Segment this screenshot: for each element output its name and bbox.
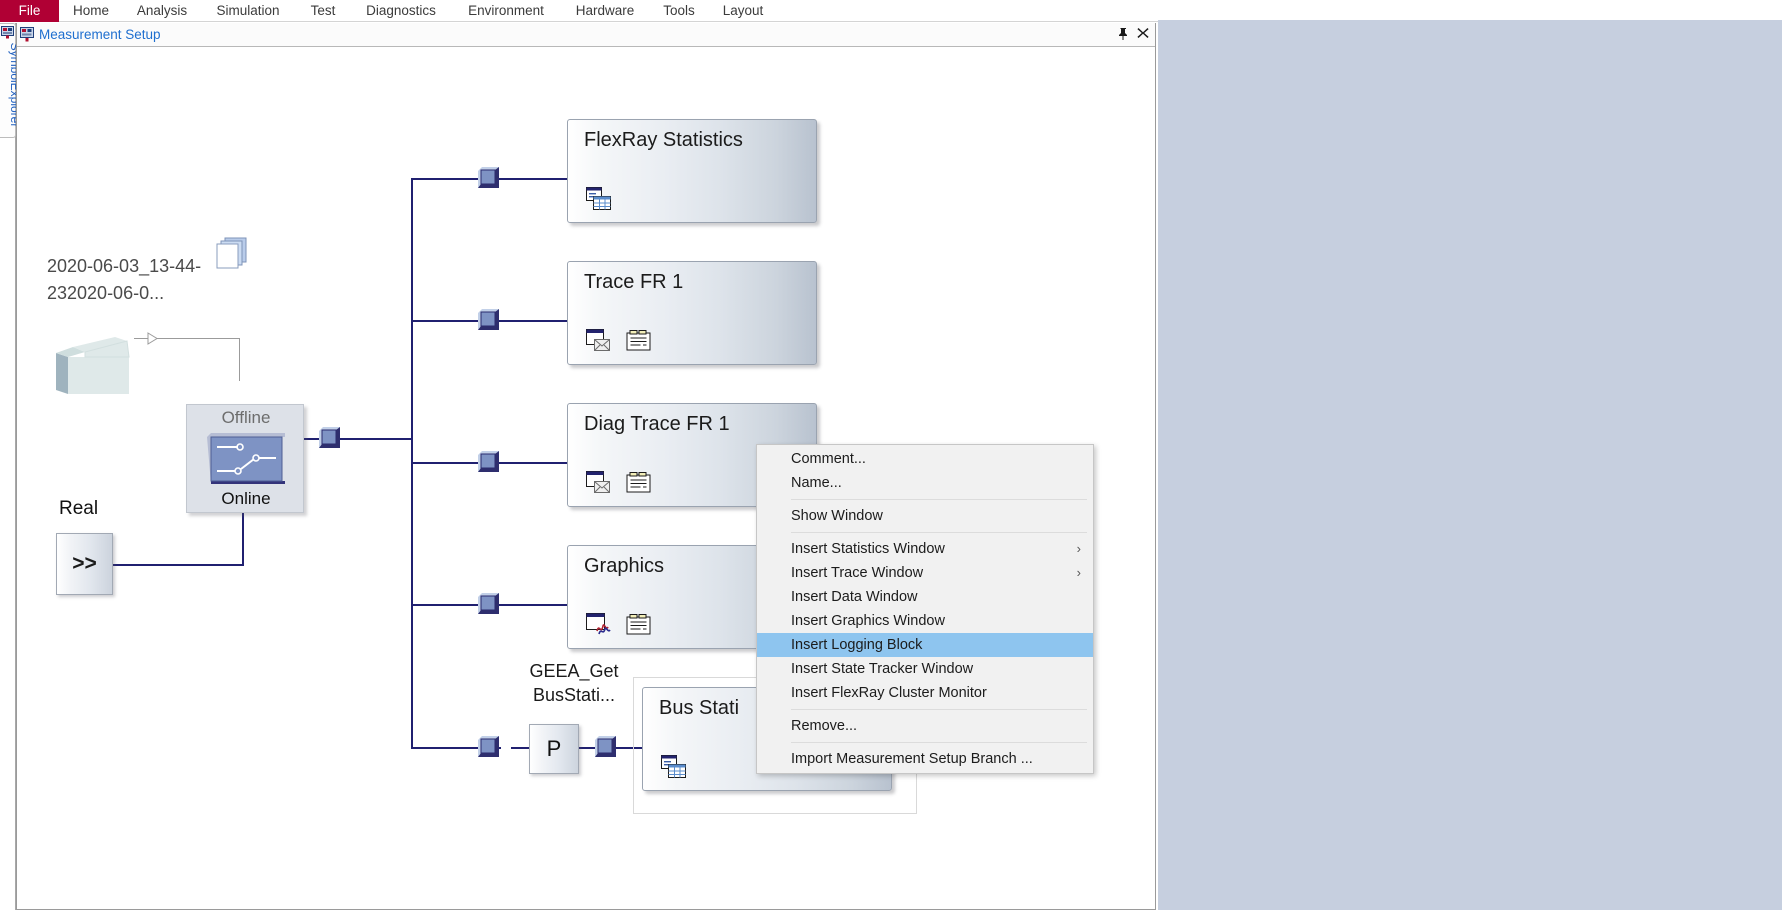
program-block-label: P [546,736,562,761]
program-block[interactable]: P [529,724,579,774]
menu-item[interactable]: Insert Trace Window › [757,561,1093,585]
context-menu[interactable]: Comment... Name... Show Window Insert Stati… [756,444,1094,774]
menu-item[interactable]: Insert FlexRay Cluster Monitor [757,681,1093,705]
switch-offline-label: Offline [221,408,271,427]
connector-node[interactable] [478,167,500,189]
real-label: Real [59,498,99,519]
menu-item-label: Insert Trace Window [791,565,924,581]
arrow-head-icon [139,332,158,345]
menu-item-label: Insert Data Window [791,589,918,605]
menu-item[interactable]: Insert Statistics Window › [757,537,1093,561]
sidebar-item-symbol-explorer[interactable]: SymbolExplorer [0,23,22,138]
wire-node-to-p [511,747,531,749]
wire-switch-bottom [242,513,244,566]
statistics-table-icon[interactable] [586,187,612,211]
ribbon-tab-tools[interactable]: Tools [649,0,709,22]
diagram-block-icons [586,471,652,495]
statistics-table-icon[interactable] [661,755,687,779]
menu-item-label: Insert Logging Block [791,637,923,653]
diagram-block[interactable]: FlexRay Statistics [567,119,817,223]
connector-node[interactable] [478,451,500,473]
menu-separator [791,742,1087,743]
left-dock-strip [0,23,16,910]
right-empty-panel [1158,20,1782,910]
menu-item[interactable]: Show Window [757,504,1093,528]
diagram-block-icons [586,187,612,211]
ribbon-tab-layout[interactable]: Layout [709,0,777,22]
file-stack-icon[interactable] [216,237,250,269]
folder-icon[interactable] [55,336,133,396]
ribbon-tab-bar: File Home Analysis Simulation Test Diagnosti… [0,0,1782,22]
menu-item[interactable]: Insert Graphics Window [757,609,1093,633]
program-name-label: GEEA_Get BusStati... [529,661,619,705]
trace-window-icon[interactable] [586,471,612,495]
diagram-block-title: FlexRay Statistics [584,129,743,151]
diagram-block-icons [586,613,652,637]
menu-item-label: Name... [791,475,842,491]
logging-file-icon[interactable] [626,329,652,353]
pin-icon[interactable] [1116,27,1131,42]
wire-p-to-node [577,747,597,749]
ribbon-tab-home[interactable]: Home [59,0,123,22]
diagram-block-icons [586,329,652,353]
diagram-block-icons [661,755,687,779]
document-titlebar: Measurement Setup [17,23,1155,47]
switch-online-label: Online [221,489,271,508]
connector-node[interactable] [478,736,500,758]
diagram-block-title: Graphics [584,555,665,577]
ribbon-tab-diagnostics[interactable]: Diagnostics [351,0,451,22]
menu-separator [791,499,1087,500]
menu-item-label: Comment... [791,451,866,467]
switch-icon [207,433,285,484]
chevron-right-icon: › [1076,541,1081,556]
ribbon-tab-environment[interactable]: Environment [451,0,561,22]
real-button-label: >> [72,552,97,575]
measurement-setup-window: Measurement Setup 2020-06-03_13-44-23202… [16,23,1156,910]
menu-item-label: Insert FlexRay Cluster Monitor [791,685,987,701]
diagram-block-title: Bus Stati [659,697,740,719]
connector-node[interactable] [478,309,500,331]
diagram-block-title: Diag Trace FR 1 [584,413,730,435]
menu-item[interactable]: Comment... [757,447,1093,471]
close-icon[interactable] [1135,27,1150,42]
trace-window-icon[interactable] [586,329,612,353]
menu-separator [791,532,1087,533]
menu-item-label: Insert Graphics Window [791,613,945,629]
ribbon-tab-simulation[interactable]: Simulation [201,0,295,22]
menu-item[interactable]: Import Measurement Setup Branch ... [757,747,1093,771]
menu-separator [791,709,1087,710]
ribbon-tab-analysis[interactable]: Analysis [123,0,201,22]
menu-item[interactable]: Remove... [757,714,1093,738]
menu-item[interactable]: Name... [757,471,1093,495]
menu-item-label: Insert Statistics Window [791,541,945,557]
page-title: Measurement Setup [39,27,161,42]
online-offline-switch-block[interactable]: Offline Online [186,404,304,513]
wire-folder-to-switch-drop [239,338,240,381]
diagram-block[interactable]: Trace FR 1 [567,261,817,365]
graphics-window-icon[interactable] [586,613,612,637]
measurement-setup-canvas[interactable]: 2020-06-03_13-44-232020-06-0... Offline [17,48,1155,908]
menu-item-label: Show Window [791,508,883,524]
diagram-block-title: Trace FR 1 [584,271,684,293]
chevron-right-icon: › [1076,565,1081,580]
menu-item-label: Remove... [791,718,858,734]
menu-item[interactable]: Insert State Tracker Window [757,657,1093,681]
menu-item[interactable]: Insert Data Window [757,585,1093,609]
logging-file-icon[interactable] [626,471,652,495]
real-expand-button[interactable]: >> [56,533,113,595]
logging-file-icon[interactable] [626,613,652,637]
measurement-setup-icon [20,27,34,42]
ribbon-tab-file[interactable]: File [0,0,59,22]
wire-real-to-switch [112,564,244,566]
connector-node[interactable] [319,427,341,449]
connector-node[interactable] [595,736,617,758]
connector-node[interactable] [478,593,500,615]
wire-bus-entry [338,438,412,440]
menu-item-label: Import Measurement Setup Branch ... [791,751,1033,767]
menu-item-label: Insert State Tracker Window [791,661,974,677]
menu-item[interactable]: Insert Logging Block [757,633,1093,657]
ribbon-tab-test[interactable]: Test [295,0,351,22]
ribbon-tab-hardware[interactable]: Hardware [561,0,649,22]
